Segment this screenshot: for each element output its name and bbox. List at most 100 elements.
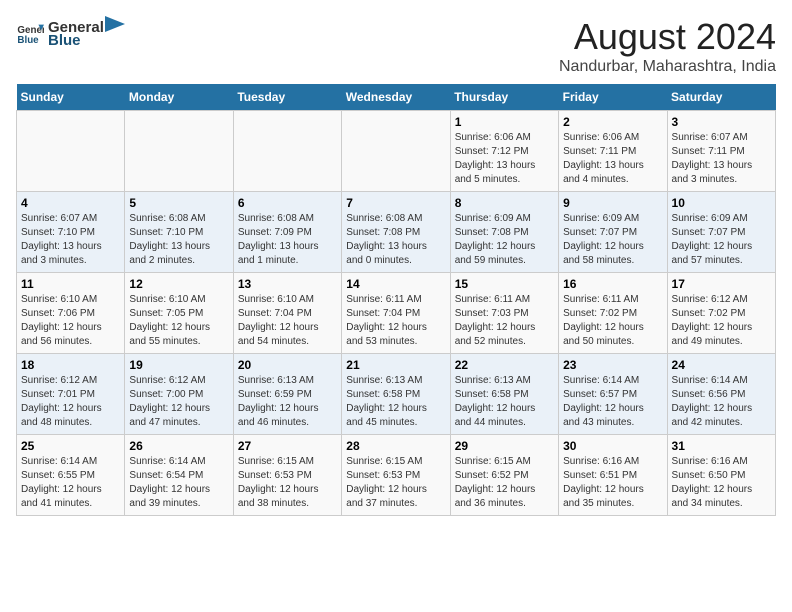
day-info: Sunrise: 6:11 AM Sunset: 7:04 PM Dayligh…	[346, 293, 445, 349]
day-info: Sunrise: 6:16 AM Sunset: 6:50 PM Dayligh…	[672, 455, 771, 511]
day-header-monday: Monday	[125, 84, 233, 111]
day-info: Sunrise: 6:14 AM Sunset: 6:56 PM Dayligh…	[672, 374, 771, 430]
day-number: 31	[672, 439, 771, 453]
day-number: 15	[455, 277, 554, 291]
calendar-body: 1Sunrise: 6:06 AM Sunset: 7:12 PM Daylig…	[17, 111, 776, 516]
day-number: 20	[238, 358, 337, 372]
calendar-cell: 3 Sunrise: 6:07 AM Sunset: 7:11 PM Daylig…	[667, 111, 775, 192]
day-info: Sunrise: 6:14 AM Sunset: 6:54 PM Dayligh…	[129, 455, 228, 511]
calendar-cell: 10 Sunrise: 6:09 AM Sunset: 7:07 PM Dayli…	[667, 192, 775, 273]
day-info: Sunrise: 6:16 AM Sunset: 6:51 PM Dayligh…	[563, 455, 662, 511]
calendar-cell: 2 Sunrise: 6:06 AM Sunset: 7:11 PM Daylig…	[559, 111, 667, 192]
day-number: 28	[346, 439, 445, 453]
day-number: 11	[21, 277, 120, 291]
day-header-thursday: Thursday	[450, 84, 558, 111]
calendar-week-3: 11 Sunrise: 6:10 AM Sunset: 7:06 PM Dayli…	[17, 273, 776, 354]
calendar-cell: 14 Sunrise: 6:11 AM Sunset: 7:04 PM Dayli…	[342, 273, 450, 354]
calendar-cell: 18 Sunrise: 6:12 AM Sunset: 7:01 PM Dayli…	[17, 354, 125, 435]
svg-text:Blue: Blue	[17, 34, 39, 45]
logo-icon: General Blue	[16, 19, 44, 47]
calendar-cell: 15 Sunrise: 6:11 AM Sunset: 7:03 PM Dayli…	[450, 273, 558, 354]
day-number: 3	[672, 115, 771, 129]
calendar-cell	[125, 111, 233, 192]
day-info: Sunrise: 6:15 AM Sunset: 6:52 PM Dayligh…	[455, 455, 554, 511]
day-number: 1	[455, 115, 554, 129]
main-title: August 2024	[559, 16, 776, 58]
day-number: 25	[21, 439, 120, 453]
calendar-cell: 31 Sunrise: 6:16 AM Sunset: 6:50 PM Dayli…	[667, 435, 775, 516]
calendar-cell: 4Sunrise: 6:07 AM Sunset: 7:10 PM Daylig…	[17, 192, 125, 273]
day-number: 17	[672, 277, 771, 291]
day-number: 16	[563, 277, 662, 291]
calendar-cell	[233, 111, 341, 192]
day-number: 12	[129, 277, 228, 291]
day-info: Sunrise: 6:14 AM Sunset: 6:55 PM Dayligh…	[21, 455, 120, 511]
calendar-cell: 6Sunrise: 6:08 AM Sunset: 7:09 PM Daylig…	[233, 192, 341, 273]
page-header: General Blue General Blue August 2024 Na…	[16, 16, 776, 76]
calendar-cell	[17, 111, 125, 192]
day-info: Sunrise: 6:15 AM Sunset: 6:53 PM Dayligh…	[238, 455, 337, 511]
calendar-cell: 25 Sunrise: 6:14 AM Sunset: 6:55 PM Dayli…	[17, 435, 125, 516]
calendar-cell: 9Sunrise: 6:09 AM Sunset: 7:07 PM Daylig…	[559, 192, 667, 273]
day-info: Sunrise: 6:10 AM Sunset: 7:06 PM Dayligh…	[21, 293, 120, 349]
calendar-cell: 22Sunrise: 6:13 AM Sunset: 6:58 PM Dayli…	[450, 354, 558, 435]
calendar-cell: 28 Sunrise: 6:15 AM Sunset: 6:53 PM Dayli…	[342, 435, 450, 516]
day-info: Sunrise: 6:11 AM Sunset: 7:03 PM Dayligh…	[455, 293, 554, 349]
day-info: Sunrise: 6:09 AM Sunset: 7:08 PM Dayligh…	[455, 212, 554, 268]
day-info: Sunrise: 6:10 AM Sunset: 7:05 PM Dayligh…	[129, 293, 228, 349]
day-number: 26	[129, 439, 228, 453]
day-header-saturday: Saturday	[667, 84, 775, 111]
day-number: 2	[563, 115, 662, 129]
day-number: 27	[238, 439, 337, 453]
calendar-cell: 13 Sunrise: 6:10 AM Sunset: 7:04 PM Dayli…	[233, 273, 341, 354]
calendar-cell: 16 Sunrise: 6:11 AM Sunset: 7:02 PM Dayli…	[559, 273, 667, 354]
day-info: Sunrise: 6:07 AM Sunset: 7:11 PM Dayligh…	[672, 131, 771, 187]
calendar-week-4: 18 Sunrise: 6:12 AM Sunset: 7:01 PM Dayli…	[17, 354, 776, 435]
calendar-week-1: 1Sunrise: 6:06 AM Sunset: 7:12 PM Daylig…	[17, 111, 776, 192]
day-number: 13	[238, 277, 337, 291]
calendar-cell: 27 Sunrise: 6:15 AM Sunset: 6:53 PM Dayli…	[233, 435, 341, 516]
day-number: 29	[455, 439, 554, 453]
day-number: 22	[455, 358, 554, 372]
day-info: Sunrise: 6:07 AM Sunset: 7:10 PM Dayligh…	[21, 212, 120, 268]
day-number: 30	[563, 439, 662, 453]
calendar-header: SundayMondayTuesdayWednesdayThursdayFrid…	[17, 84, 776, 111]
calendar-cell: 24 Sunrise: 6:14 AM Sunset: 6:56 PM Dayli…	[667, 354, 775, 435]
day-number: 21	[346, 358, 445, 372]
day-info: Sunrise: 6:10 AM Sunset: 7:04 PM Dayligh…	[238, 293, 337, 349]
logo: General Blue General Blue	[16, 16, 126, 49]
calendar-cell: 7 Sunrise: 6:08 AM Sunset: 7:08 PM Daylig…	[342, 192, 450, 273]
day-number: 18	[21, 358, 120, 372]
day-info: Sunrise: 6:15 AM Sunset: 6:53 PM Dayligh…	[346, 455, 445, 511]
days-of-week-row: SundayMondayTuesdayWednesdayThursdayFrid…	[17, 84, 776, 111]
day-number: 24	[672, 358, 771, 372]
calendar-table: SundayMondayTuesdayWednesdayThursdayFrid…	[16, 84, 776, 516]
day-number: 14	[346, 277, 445, 291]
day-info: Sunrise: 6:12 AM Sunset: 7:01 PM Dayligh…	[21, 374, 120, 430]
day-number: 9	[563, 196, 662, 210]
calendar-cell: 26 Sunrise: 6:14 AM Sunset: 6:54 PM Dayli…	[125, 435, 233, 516]
day-info: Sunrise: 6:08 AM Sunset: 7:08 PM Dayligh…	[346, 212, 445, 268]
day-info: Sunrise: 6:06 AM Sunset: 7:11 PM Dayligh…	[563, 131, 662, 187]
day-number: 19	[129, 358, 228, 372]
day-info: Sunrise: 6:14 AM Sunset: 6:57 PM Dayligh…	[563, 374, 662, 430]
calendar-cell: 19 Sunrise: 6:12 AM Sunset: 7:00 PM Dayli…	[125, 354, 233, 435]
logo-arrow-icon	[105, 16, 125, 32]
day-info: Sunrise: 6:13 AM Sunset: 6:59 PM Dayligh…	[238, 374, 337, 430]
day-number: 23	[563, 358, 662, 372]
calendar-cell: 20 Sunrise: 6:13 AM Sunset: 6:59 PM Dayli…	[233, 354, 341, 435]
day-info: Sunrise: 6:13 AM Sunset: 6:58 PM Dayligh…	[346, 374, 445, 430]
day-info: Sunrise: 6:11 AM Sunset: 7:02 PM Dayligh…	[563, 293, 662, 349]
day-info: Sunrise: 6:09 AM Sunset: 7:07 PM Dayligh…	[672, 212, 771, 268]
calendar-week-2: 4Sunrise: 6:07 AM Sunset: 7:10 PM Daylig…	[17, 192, 776, 273]
day-info: Sunrise: 6:12 AM Sunset: 7:00 PM Dayligh…	[129, 374, 228, 430]
day-info: Sunrise: 6:08 AM Sunset: 7:09 PM Dayligh…	[238, 212, 337, 268]
day-number: 10	[672, 196, 771, 210]
calendar-cell: 11 Sunrise: 6:10 AM Sunset: 7:06 PM Dayli…	[17, 273, 125, 354]
day-header-sunday: Sunday	[17, 84, 125, 111]
day-number: 7	[346, 196, 445, 210]
calendar-cell: 30 Sunrise: 6:16 AM Sunset: 6:51 PM Dayli…	[559, 435, 667, 516]
calendar-cell: 21 Sunrise: 6:13 AM Sunset: 6:58 PM Dayli…	[342, 354, 450, 435]
title-block: August 2024 Nandurbar, Maharashtra, Indi…	[559, 16, 776, 76]
day-info: Sunrise: 6:08 AM Sunset: 7:10 PM Dayligh…	[129, 212, 228, 268]
